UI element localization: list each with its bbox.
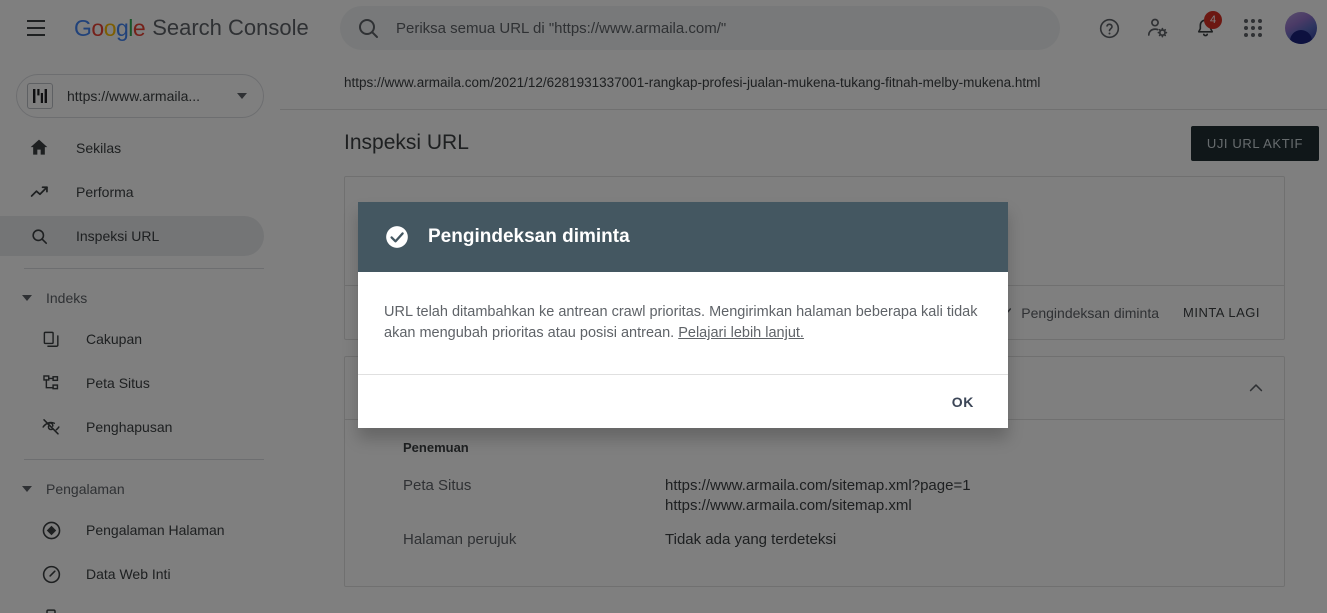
- dialog-header: Pengindeksan diminta: [358, 202, 1008, 272]
- check-circle-icon: [384, 224, 410, 250]
- ok-button[interactable]: OK: [940, 384, 986, 420]
- dialog-body: URL telah ditambahkan ke antrean crawl p…: [358, 272, 1008, 374]
- indexing-requested-dialog: Pengindeksan diminta URL telah ditambahk…: [358, 202, 1008, 429]
- dialog-message: URL telah ditambahkan ke antrean crawl p…: [384, 302, 982, 344]
- app-root: Google Search Console: [0, 0, 1327, 613]
- learn-more-link[interactable]: Pelajari lebih lanjut.: [678, 325, 804, 341]
- dialog-title: Pengindeksan diminta: [428, 226, 630, 247]
- dialog-footer: OK: [358, 374, 1008, 428]
